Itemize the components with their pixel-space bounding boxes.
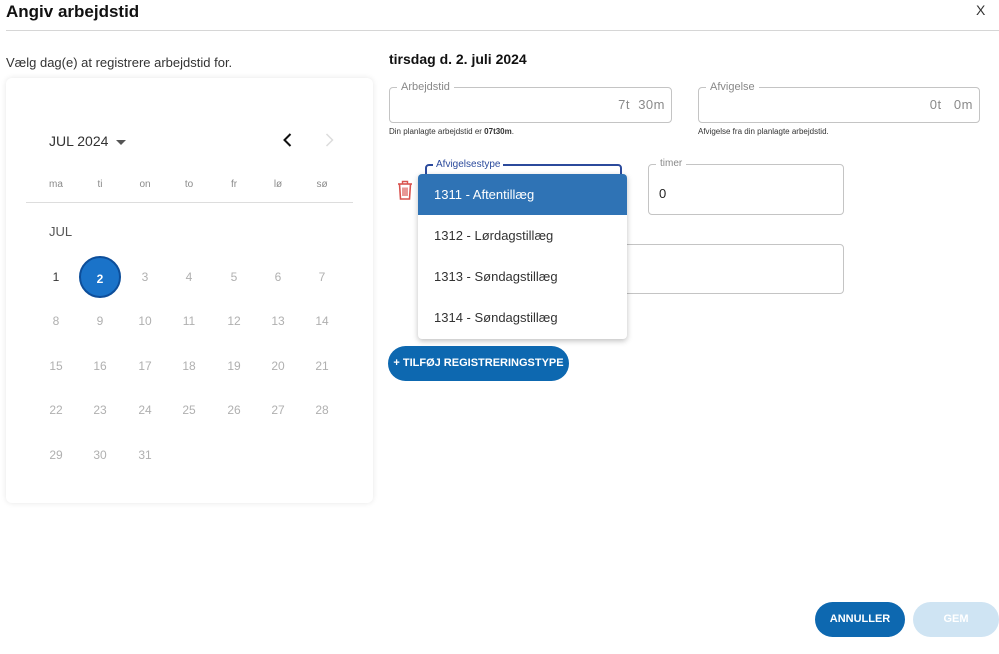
calendar-day: 30 [93,448,107,462]
weekday-label: ma [49,179,63,190]
calendar-day: 7 [318,270,326,284]
dropdown-option[interactable]: 1311 - Aftentillæg [418,174,627,215]
calendar-day: 15 [49,359,63,373]
calendar-day: 27 [271,403,285,417]
chevron-left-icon[interactable] [278,130,298,150]
afvigelsestype-dropdown: 1311 - Aftentillæg 1312 - Lørdagstillæg … [418,174,627,339]
calendar-day: 24 [138,403,152,417]
calendar-day: 19 [227,359,241,373]
afvigelse-value: 0t 0m [929,97,973,112]
arbejdstid-value: 7t 30m [618,97,665,112]
calendar-day: 8 [52,314,60,328]
arbejdstid-helper: Din planlagte arbejdstid er 07t30m. [389,127,514,136]
calendar-day: 28 [315,403,329,417]
weekday-label: lø [273,179,283,190]
trash-icon[interactable] [396,179,414,201]
calendar-day: 11 [182,314,196,328]
comment-field[interactable] [620,244,844,294]
instruction-text: Vælg dag(e) at registrere arbejdstid for… [6,55,233,70]
weekday-label: ti [97,179,103,190]
calendar-day: 26 [227,403,241,417]
dropdown-option[interactable]: 1314 - Søndagstillæg [418,297,627,338]
weekday-label: to [184,179,194,190]
calendar-day: 17 [138,359,152,373]
afvigelse-helper: Afvigelse fra din planlagte arbejdstid. [698,127,829,136]
calendar-day: 3 [141,270,149,284]
calendar-day: 14 [315,314,329,328]
month-label: JUL 2024 [49,133,109,149]
calendar-day: 20 [271,359,285,373]
weekday-label: sø [316,179,328,190]
cancel-button[interactable]: ANNULLER [815,602,905,637]
close-button[interactable]: X [976,2,985,18]
caret-down-icon [116,139,127,145]
arbejdstid-field[interactable]: Arbejdstid 7t 30m [389,80,672,123]
arbejdstid-label: Arbejdstid [397,80,454,94]
dropdown-option[interactable]: 1313 - Søndagstillæg [418,256,627,297]
calendar-day: 12 [227,314,241,328]
month-selector[interactable]: JUL 2024 [49,133,127,149]
calendar-day: 25 [182,403,196,417]
calendar-day: 21 [315,359,329,373]
calendar-day: 31 [138,448,152,462]
calendar-day: 10 [138,314,152,328]
afvigelse-field[interactable]: Afvigelse 0t 0m [698,80,980,123]
afvigelse-label: Afvigelse [706,80,759,94]
weekday-divider [26,202,353,203]
dialog-title: Angiv arbejdstid [6,2,140,21]
calendar-day[interactable]: 1 [41,262,71,292]
calendar-day: 4 [185,270,193,284]
calendar-day-selected[interactable]: 2 [79,256,121,298]
calendar-day: 13 [271,314,285,328]
dropdown-option[interactable]: 1312 - Lørdagstillæg [418,215,627,256]
calendar-day: 22 [49,403,63,417]
calendar-day: 29 [49,448,63,462]
selected-date-heading: tirsdag d. 2. juli 2024 [389,51,527,67]
title-divider [6,30,999,31]
month-short-label: JUL [49,224,73,239]
timer-value: 0 [659,186,667,201]
afvigelsestype-label: Afvigelsestype [433,158,504,171]
save-button[interactable]: GEM [913,602,999,637]
calendar-card: JUL 2024 JUL ma ti on to fr lø sø 1 2 3 4 5 6 7 8 9 10 11… [6,78,373,503]
timer-field[interactable]: timer 0 [648,157,844,215]
calendar-day: 6 [274,270,282,284]
calendar-day: 9 [96,314,104,328]
calendar-day: 16 [93,359,107,373]
calendar-day: 5 [230,270,238,284]
chevron-right-icon [325,133,334,147]
weekday-label: on [139,179,151,190]
weekday-label: fr [230,179,238,190]
add-registration-type-button[interactable]: + TILFØJ REGISTRERINGSTYPE [388,346,569,381]
timer-label: timer [656,157,687,171]
calendar-day: 23 [93,403,107,417]
calendar-day: 18 [182,359,196,373]
